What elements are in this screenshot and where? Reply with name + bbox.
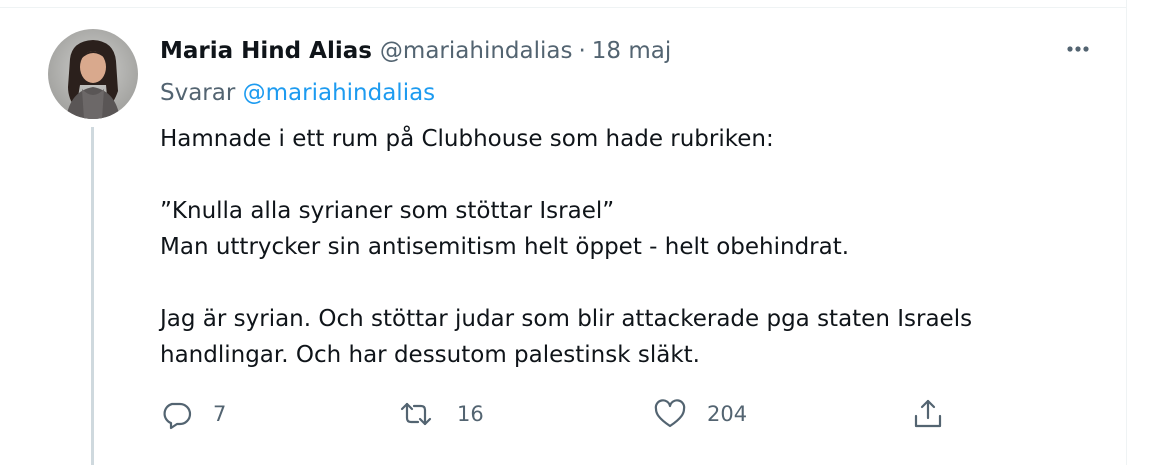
reply-count: 7 — [213, 402, 227, 426]
like-button[interactable]: 204 — [652, 396, 747, 432]
separator-dot: · — [578, 38, 586, 64]
author-handle[interactable]: @mariahindalias — [380, 38, 573, 64]
reply-prefix: Svarar — [160, 80, 236, 106]
tweet-text-line: ”Knulla alla syrianer som stöttar Israel… — [160, 198, 615, 224]
retweet-icon — [400, 402, 432, 426]
tweet-actions: 7 16 204 — [158, 396, 958, 432]
reply-bubble-icon — [163, 402, 192, 430]
more-button[interactable] — [1058, 34, 1098, 64]
tweet-text-line: Hamnade i ett rum på Clubhouse som hade … — [160, 126, 774, 152]
heart-icon — [654, 399, 686, 428]
share-button[interactable] — [910, 396, 946, 432]
reply-mention-link[interactable]: @mariahindalias — [243, 80, 436, 106]
avatar-photo — [48, 29, 138, 119]
author-name[interactable]: Maria Hind Alias — [160, 38, 372, 64]
like-count: 204 — [707, 402, 748, 426]
tweet-text-line: Man uttrycker sin antisemitism helt öppe… — [160, 234, 850, 260]
tweet-card[interactable]: Maria Hind Alias @mariahindalias · 18 ma… — [0, 0, 1127, 465]
tweet-text-line: Jag är syrian. Och stöttar judar som bli… — [160, 306, 973, 332]
retweet-count: 16 — [457, 402, 484, 426]
thread-line — [91, 127, 94, 465]
divider — [0, 7, 1126, 8]
more-horizontal-icon — [1067, 46, 1089, 52]
reply-button[interactable]: 7 — [158, 396, 226, 432]
retweet-button[interactable]: 16 — [396, 396, 484, 432]
tweet-header: Maria Hind Alias @mariahindalias · 18 ma… — [160, 34, 671, 68]
avatar[interactable] — [48, 29, 138, 119]
tweet-text-line: handlingar. Och har dessutom palestinsk … — [160, 342, 700, 368]
reply-context: Svarar @mariahindalias — [160, 80, 435, 106]
share-icon — [914, 399, 942, 428]
tweet-date[interactable]: 18 maj — [592, 38, 671, 64]
tweet-text: Hamnade i ett rum på Clubhouse som hade … — [160, 121, 1080, 373]
